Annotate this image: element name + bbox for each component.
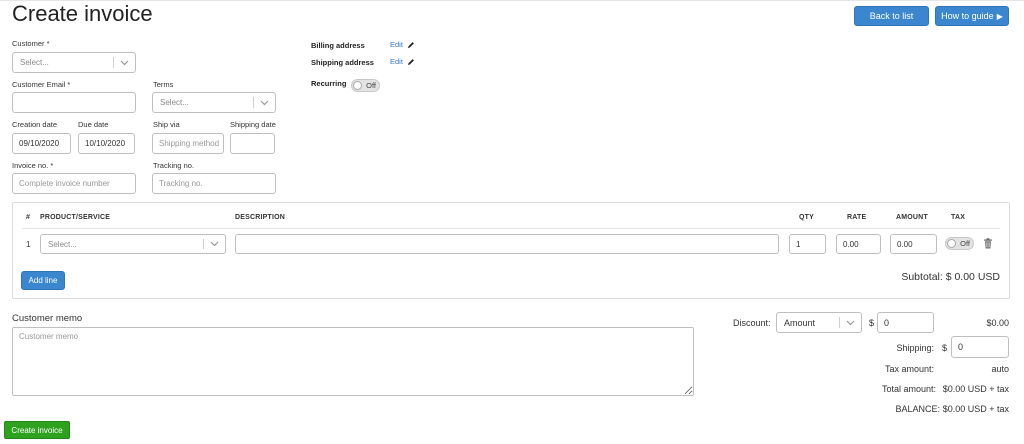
creation-date-input[interactable]: 09/10/2020	[12, 133, 71, 154]
invoice-no-label: Invoice no. *	[12, 161, 54, 170]
col-header-description: DESCRIPTION	[235, 214, 286, 221]
product-select-placeholder: Select...	[48, 239, 77, 249]
customer-select-placeholder: Select...	[20, 58, 49, 67]
pencil-icon	[407, 58, 415, 66]
col-header-tax: TAX	[951, 214, 966, 221]
subtotal: Subtotal: $ 0.00 USD	[901, 271, 1000, 283]
shipping-address-edit[interactable]: Edit	[390, 57, 415, 66]
ship-via-label: Ship via	[153, 120, 180, 129]
header-divider	[22, 228, 1000, 229]
shipping-label: Shipping:	[896, 343, 934, 353]
billing-address-edit-link: Edit	[390, 40, 403, 49]
select-divider	[839, 317, 840, 328]
pencil-icon	[407, 41, 415, 49]
amount-input[interactable]: 0.00	[890, 234, 937, 254]
col-header-product: PRODUCT/SERVICE	[40, 214, 111, 221]
terms-label: Terms	[153, 80, 174, 89]
back-to-list-button[interactable]: Back to list	[854, 6, 929, 26]
customer-memo-label: Customer memo	[12, 313, 83, 324]
shipping-currency: $	[942, 343, 948, 353]
discount-type-select[interactable]: Amount	[776, 312, 862, 333]
due-date-input[interactable]: 10/10/2020	[78, 133, 135, 154]
recurring-toggle[interactable]: Off	[351, 79, 380, 92]
chevron-down-icon	[208, 235, 220, 253]
tax-amount-label: Tax amount:	[884, 364, 934, 374]
toggle-knob	[353, 81, 362, 90]
chevron-down-icon	[844, 313, 856, 332]
recurring-toggle-state: Off	[366, 81, 376, 90]
customer-memo-input[interactable]	[12, 327, 694, 396]
total-amount-value: $0.00 USD + tax	[942, 384, 1009, 394]
select-divider	[253, 97, 254, 108]
customer-label: Customer *	[12, 39, 50, 48]
col-header-num: #	[26, 214, 31, 221]
shipping-date-label: Shipping date	[230, 120, 276, 129]
chevron-down-icon	[258, 93, 270, 112]
customer-select[interactable]: Select...	[12, 52, 136, 73]
terms-select-placeholder: Select...	[160, 98, 189, 107]
total-amount-label: Total amount:	[881, 384, 936, 394]
customer-email-label: Customer Email *	[12, 80, 71, 89]
tax-toggle-state: Off	[960, 239, 970, 248]
tracking-no-input[interactable]: Tracking no.	[152, 173, 276, 194]
description-input[interactable]	[235, 234, 779, 254]
col-header-qty: QTY	[799, 214, 814, 221]
top-divider	[0, 0, 1024, 1]
customer-email-input[interactable]	[12, 92, 136, 113]
recurring-label: Recurring	[311, 79, 347, 88]
due-date-label: Due date	[78, 120, 109, 129]
product-select[interactable]: Select...	[40, 234, 226, 254]
qty-input[interactable]: 1	[789, 234, 826, 254]
select-divider	[113, 57, 114, 68]
tax-amount-value: auto	[991, 364, 1009, 374]
play-icon: ▶	[996, 11, 1003, 21]
creation-date-label: Creation date	[12, 120, 58, 129]
trash-icon[interactable]	[982, 237, 993, 249]
tracking-no-label: Tracking no.	[153, 161, 194, 170]
col-header-amount: AMOUNT	[896, 214, 928, 221]
discount-input[interactable]: 0	[877, 312, 934, 333]
rate-input[interactable]: 0.00	[836, 234, 881, 254]
discount-label: Discount:	[733, 318, 771, 328]
balance-label: BALANCE:	[895, 404, 940, 414]
how-to-guide-button[interactable]: How to guide ▶	[935, 6, 1009, 26]
billing-address-label: Billing address	[311, 41, 365, 50]
invoice-no-input[interactable]: Complete invoice number	[12, 173, 136, 194]
discount-result: $0.00	[986, 318, 1009, 328]
tax-toggle[interactable]: Off	[945, 237, 974, 250]
add-line-button[interactable]: Add line	[21, 271, 65, 290]
line-number: 1	[26, 240, 31, 249]
shipping-address-label: Shipping address	[311, 58, 374, 67]
col-header-rate: RATE	[847, 214, 867, 221]
discount-type-value: Amount	[784, 317, 816, 328]
how-to-guide-label: How to guide	[941, 11, 994, 21]
discount-currency: $	[869, 318, 875, 328]
chevron-down-icon	[118, 53, 130, 72]
select-divider	[203, 239, 204, 249]
shipping-date-input[interactable]	[230, 133, 275, 154]
terms-select[interactable]: Select...	[152, 92, 276, 113]
balance-value: $0.00 USD + tax	[942, 404, 1009, 414]
ship-via-input[interactable]: Shipping method	[152, 133, 224, 154]
shipping-input[interactable]: 0	[951, 336, 1009, 358]
toggle-knob	[947, 239, 956, 248]
page-title: Create invoice	[12, 1, 153, 26]
create-invoice-button[interactable]: Create invoice	[4, 421, 70, 439]
billing-address-edit[interactable]: Edit	[390, 40, 415, 49]
shipping-address-edit-link: Edit	[390, 57, 403, 66]
